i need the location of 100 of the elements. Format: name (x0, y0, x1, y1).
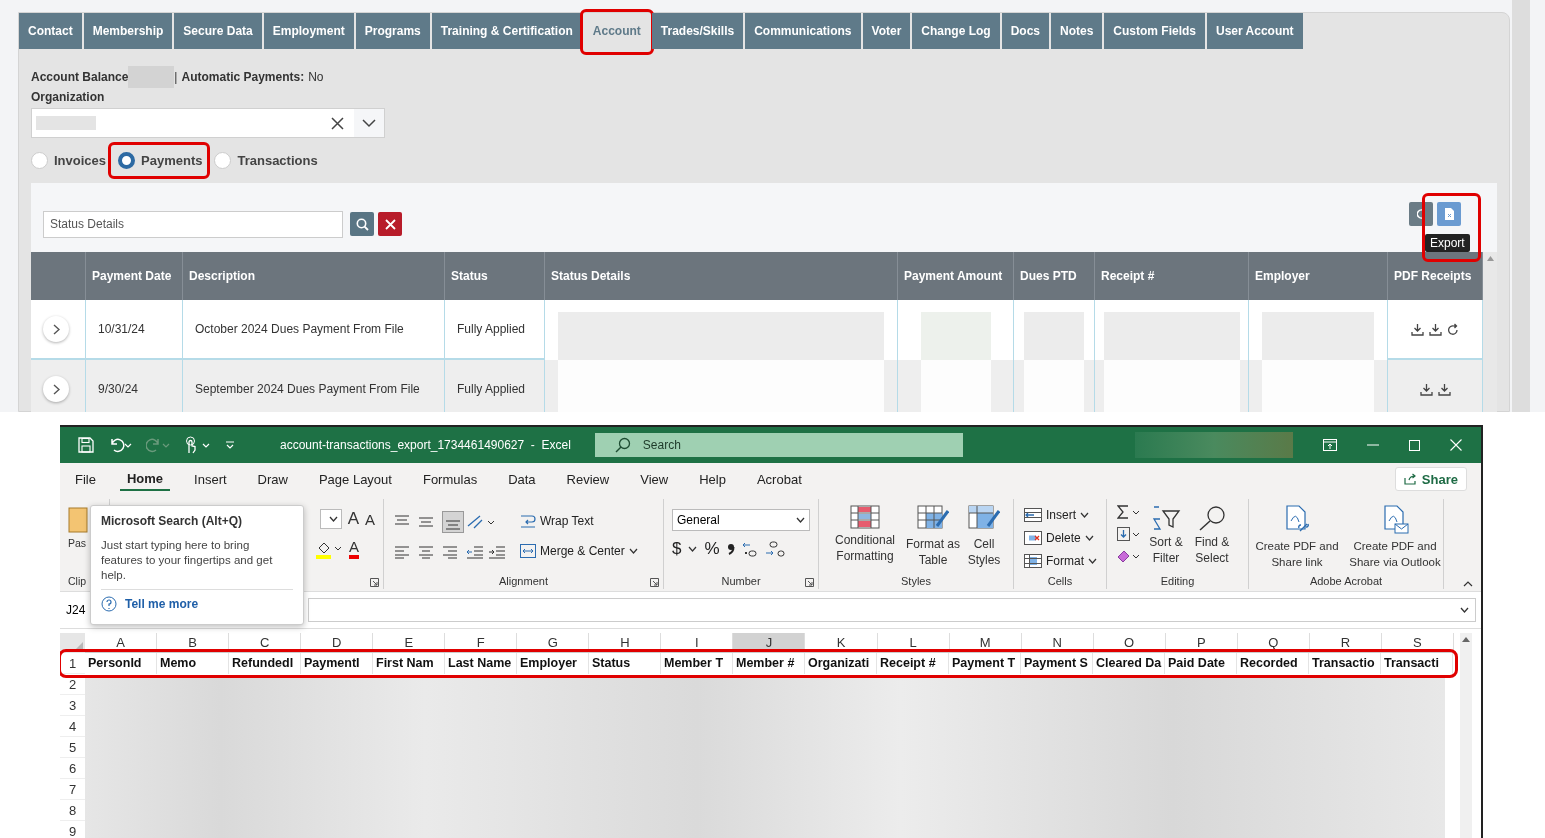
refresh-icon[interactable] (1447, 322, 1459, 336)
tab[interactable]: Trades/Skills (651, 13, 744, 49)
search-field[interactable]: Search (594, 433, 963, 457)
column-header[interactable]: F (445, 633, 518, 652)
tab[interactable]: Membership (83, 13, 173, 49)
column-header[interactable]: L (877, 633, 950, 652)
radio-option[interactable]: Invoices (31, 151, 107, 169)
expand-button[interactable] (43, 376, 69, 402)
save-icon[interactable] (78, 437, 94, 453)
tab[interactable]: User Account (1207, 13, 1303, 49)
scrollbar[interactable] (1512, 0, 1530, 412)
font-size-field[interactable] (319, 509, 342, 529)
download-icon[interactable] (1437, 382, 1451, 396)
column-header[interactable]: B (157, 633, 230, 652)
clear-button[interactable] (378, 212, 402, 236)
ribbon-button[interactable]: Find & Select (1191, 505, 1233, 575)
dialog-launcher-icon[interactable] (370, 578, 379, 587)
refresh-button[interactable] (1409, 202, 1433, 226)
ribbon-tab[interactable]: File (68, 467, 103, 491)
maximize-icon[interactable] (1408, 439, 1420, 451)
download-icon[interactable] (1429, 322, 1442, 336)
ribbon-button[interactable]: Format (1024, 551, 1106, 571)
column-header[interactable]: O (1093, 633, 1166, 652)
tab[interactable]: Contact (19, 13, 82, 49)
ribbon-tab[interactable]: Data (501, 467, 543, 491)
ribbon-tab[interactable]: Acrobat (749, 467, 809, 491)
radio-button[interactable] (118, 151, 136, 169)
ribbon-button[interactable]: Delete (1024, 528, 1106, 548)
number-format-select[interactable]: General (672, 509, 810, 531)
tab[interactable]: Custom Fields (1104, 13, 1206, 49)
column-header[interactable]: R (1309, 633, 1382, 652)
ribbon-button[interactable]: Format as Table (905, 505, 961, 575)
eraser-icon[interactable] (1117, 549, 1141, 563)
minimize-icon[interactable] (1366, 444, 1379, 446)
ribbon-tab[interactable]: Home (119, 467, 171, 491)
column-header[interactable]: C (229, 633, 302, 652)
column-header[interactable]: E (373, 633, 446, 652)
column-header[interactable]: G (517, 633, 590, 652)
search-button[interactable] (350, 212, 374, 236)
indent-icons[interactable] (466, 545, 506, 559)
column-header[interactable]: H (589, 633, 662, 652)
ribbon-tab[interactable]: Formulas (415, 467, 485, 491)
radio-option[interactable]: Transactions (214, 151, 318, 169)
percent-button[interactable]: % (704, 539, 720, 559)
tab[interactable]: Secure Data (174, 13, 262, 49)
ribbon-display-icon[interactable] (1322, 439, 1337, 451)
dialog-launcher-icon[interactable] (805, 578, 814, 587)
close-icon[interactable] (331, 116, 344, 130)
ribbon-tab[interactable]: Draw (250, 467, 295, 491)
formula-field[interactable] (308, 598, 1476, 622)
align-center-icon[interactable] (418, 545, 434, 559)
fill-down-icon[interactable] (1117, 527, 1141, 541)
scrollbar[interactable] (1460, 633, 1472, 838)
tab[interactable]: Programs (355, 13, 430, 49)
help-link[interactable]: Tell me more (101, 596, 199, 612)
touch-mode-icon[interactable] (184, 436, 210, 454)
grow-font-button[interactable]: A (347, 509, 359, 529)
ribbon-button[interactable]: Cell Styles (967, 505, 1001, 575)
tab[interactable]: Notes (1051, 13, 1103, 49)
collapse-ribbon-icon[interactable] (1463, 581, 1473, 587)
shrink-font-button[interactable]: A (365, 510, 375, 528)
ribbon-tab[interactable]: Page Layout (311, 467, 399, 491)
ribbon-tab[interactable]: Review (559, 467, 617, 491)
orientation-icon[interactable] (466, 514, 496, 530)
ribbon-tab[interactable]: View (633, 467, 676, 491)
scrollbar[interactable] (1483, 252, 1497, 412)
align-right-icon[interactable] (442, 545, 458, 559)
ribbon-button[interactable]: Create PDF and Share via Outlook (1347, 505, 1443, 575)
tab[interactable]: Docs (1001, 13, 1049, 49)
ribbon-tab[interactable]: Insert (187, 467, 234, 491)
ribbon-button[interactable]: Conditional Formatting (831, 505, 899, 575)
column-header[interactable]: K (805, 633, 878, 652)
column-header[interactable]: A (85, 633, 158, 652)
export-button[interactable] (1437, 202, 1461, 226)
download-icon[interactable] (1419, 382, 1433, 396)
font-color-button[interactable]: A (349, 539, 359, 559)
wrap-text-button[interactable]: Wrap Text (520, 511, 638, 531)
ribbon-button[interactable]: Create PDF and Share link (1249, 505, 1345, 575)
tab[interactable]: Communications (745, 13, 861, 49)
column-header[interactable]: N (1021, 633, 1094, 652)
decimal-places-icon[interactable] (741, 540, 786, 558)
ribbon-tab[interactable]: Help (692, 467, 733, 491)
comma-style-icon[interactable] (726, 543, 735, 555)
expand-button[interactable] (43, 316, 69, 342)
tab[interactable]: Training & Certification (431, 13, 582, 49)
customize-icon[interactable] (224, 440, 236, 450)
align-middle-icon[interactable] (418, 515, 434, 529)
column-header[interactable]: P (1165, 633, 1238, 652)
undo-icon[interactable] (108, 437, 132, 453)
currency-button[interactable]: $ (672, 539, 682, 559)
column-header[interactable]: M (949, 633, 1022, 652)
column-header[interactable]: S (1381, 633, 1454, 652)
row-header[interactable]: 1 (60, 653, 85, 674)
merge-center-button[interactable]: Merge & Center (520, 541, 638, 561)
caret-icon[interactable] (688, 546, 698, 552)
align-bottom-icon[interactable] (442, 511, 464, 533)
dialog-launcher-icon[interactable] (650, 578, 659, 587)
search-field[interactable]: Status Details (43, 210, 343, 238)
share-button[interactable]: Share (1394, 467, 1467, 491)
download-icon[interactable] (1411, 322, 1424, 336)
